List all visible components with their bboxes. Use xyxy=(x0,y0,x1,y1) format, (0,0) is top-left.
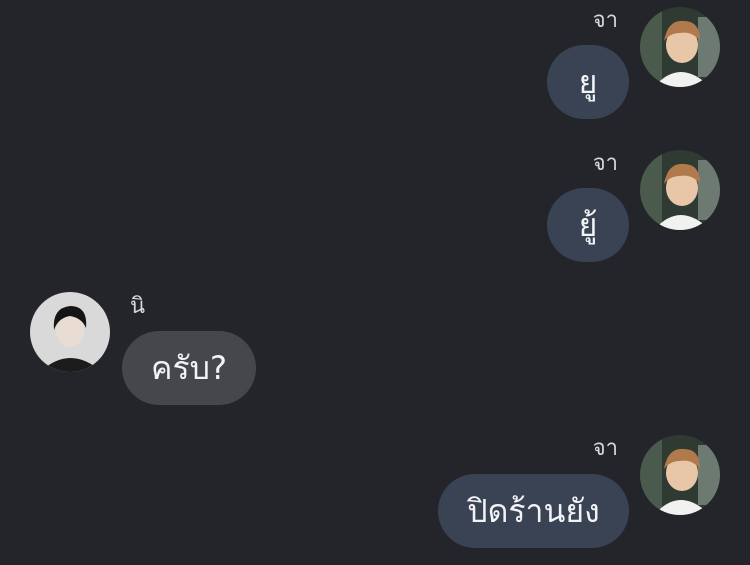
message-bubble[interactable]: ปิดร้านยัง xyxy=(438,474,629,548)
person-avatar-icon xyxy=(30,292,110,372)
person-avatar-icon xyxy=(640,7,720,87)
sender-name: จา xyxy=(592,151,618,176)
message-bubble[interactable]: ยู้ xyxy=(547,188,629,262)
avatar[interactable] xyxy=(640,7,720,87)
message-bubble[interactable]: ยู xyxy=(547,45,629,119)
person-avatar-icon xyxy=(640,150,720,230)
sender-name: จา xyxy=(592,8,618,33)
sender-name: นิ xyxy=(130,294,146,319)
person-avatar-icon xyxy=(640,435,720,515)
avatar[interactable] xyxy=(30,292,110,372)
avatar[interactable] xyxy=(640,150,720,230)
avatar[interactable] xyxy=(640,435,720,515)
sender-name: จา xyxy=(592,436,618,461)
chat-thread: จา ยู จา ยู้ นิ ครับ? จา ปิดร้านยัง xyxy=(0,0,750,565)
message-bubble[interactable]: ครับ? xyxy=(122,331,256,405)
